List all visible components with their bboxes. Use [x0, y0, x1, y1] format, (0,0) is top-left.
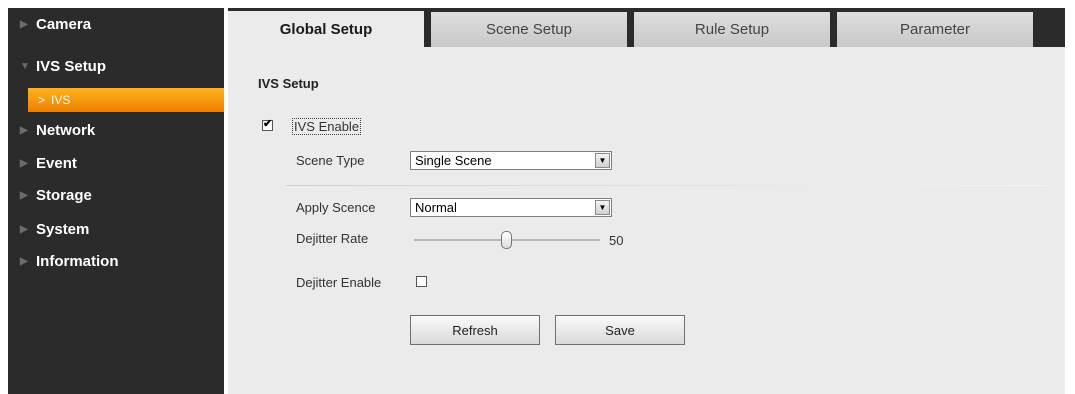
sidebar-item-label: System: [36, 220, 90, 238]
apply-scene-label: Apply Scence: [296, 200, 376, 215]
sidebar-subitem-label: IVS: [51, 93, 71, 107]
tab-label: Rule Setup: [694, 21, 770, 38]
sidebar-item-storage[interactable]: ▶ Storage: [8, 180, 224, 210]
sidebar-item-event[interactable]: ▶ Event: [8, 148, 224, 178]
sidebar-item-camera[interactable]: ▶ Camera: [8, 9, 224, 39]
collapse-arrow-icon: ▼: [20, 60, 30, 72]
dejitter-rate-slider-thumb[interactable]: [501, 231, 512, 249]
tab-bar: Global Setup Scene Setup Rule Setup Para…: [228, 8, 1065, 47]
dejitter-enable-label: Dejitter Enable: [296, 275, 382, 290]
dejitter-rate-label: Dejitter Rate: [296, 231, 369, 246]
sidebar-item-system[interactable]: ▶ System: [8, 214, 224, 244]
sidebar-item-label: Storage: [36, 186, 92, 204]
tab-scene-setup[interactable]: Scene Setup: [431, 12, 627, 47]
tab-parameter[interactable]: Parameter: [837, 12, 1033, 47]
ivs-enable-label[interactable]: IVS Enable: [292, 118, 362, 135]
sidebar-nav: ▶ Camera ▼ IVS Setup > IVS ▶ Network ▶ E…: [8, 8, 224, 394]
main-panel: Global Setup Scene Setup Rule Setup Para…: [228, 8, 1065, 394]
sidebar-item-label: Event: [36, 154, 77, 172]
scene-type-value: Single Scene: [415, 153, 492, 168]
dropdown-arrow-icon: ▼: [595, 200, 610, 215]
expand-arrow-icon: ▶: [20, 189, 28, 201]
sidebar-item-label: Network: [36, 121, 96, 139]
expand-arrow-icon: ▶: [20, 157, 28, 169]
expand-arrow-icon: ▶: [20, 255, 28, 267]
section-title: IVS Setup: [258, 76, 319, 91]
expand-arrow-icon: ▶: [20, 124, 28, 136]
tab-global-setup[interactable]: Global Setup: [228, 11, 424, 47]
sidebar-item-label: Information: [36, 252, 119, 270]
sidebar-subitem-ivs[interactable]: > IVS: [28, 88, 224, 112]
save-button[interactable]: Save: [555, 315, 685, 345]
sidebar-item-label: IVS Setup: [36, 57, 107, 75]
sidebar-item-label: Camera: [36, 15, 92, 33]
tab-label: Parameter: [899, 21, 971, 38]
dropdown-arrow-icon: ▼: [595, 153, 610, 168]
scene-type-select[interactable]: Single Scene ▼: [410, 151, 612, 170]
expand-arrow-icon: ▶: [20, 18, 28, 30]
refresh-button[interactable]: Refresh: [410, 315, 540, 345]
ivs-enable-checkbox[interactable]: ✔: [262, 118, 273, 131]
checkmark-icon: ✔: [263, 118, 273, 130]
tab-label: Scene Setup: [486, 21, 572, 38]
apply-scene-select[interactable]: Normal ▼: [410, 198, 612, 217]
chevron-right-icon: >: [38, 93, 46, 107]
dejitter-rate-value: 50: [609, 233, 624, 248]
tab-label: Global Setup: [279, 20, 373, 38]
tab-rule-setup[interactable]: Rule Setup: [634, 12, 830, 47]
sidebar-item-ivs-setup[interactable]: ▼ IVS Setup: [8, 51, 224, 81]
expand-arrow-icon: ▶: [20, 223, 28, 235]
sidebar-item-information[interactable]: ▶ Information: [8, 246, 224, 276]
scene-type-label: Scene Type: [296, 153, 365, 168]
section-divider: [286, 185, 1046, 186]
sidebar-item-network[interactable]: ▶ Network: [8, 115, 224, 145]
apply-scene-value: Normal: [415, 200, 457, 215]
dejitter-enable-checkbox[interactable]: [416, 276, 427, 287]
